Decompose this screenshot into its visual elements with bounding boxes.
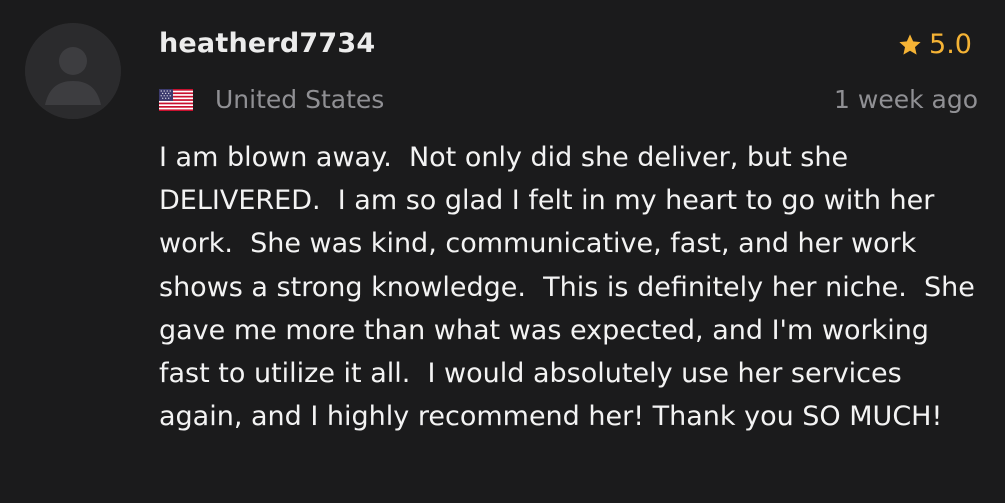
reviewer-location: United States xyxy=(159,82,384,118)
star-icon xyxy=(897,32,923,58)
review-body: I am blown away. Not only did she delive… xyxy=(159,142,984,433)
us-flag-icon xyxy=(159,89,193,111)
reviewer-username[interactable]: heatherd7734 xyxy=(159,24,375,64)
avatar[interactable] xyxy=(25,23,121,119)
review-rating: 5.0 xyxy=(897,25,972,65)
review-timestamp: 1 week ago xyxy=(834,85,978,114)
rating-value: 5.0 xyxy=(929,29,972,60)
country-name: United States xyxy=(215,85,385,114)
user-silhouette-icon xyxy=(25,23,121,119)
